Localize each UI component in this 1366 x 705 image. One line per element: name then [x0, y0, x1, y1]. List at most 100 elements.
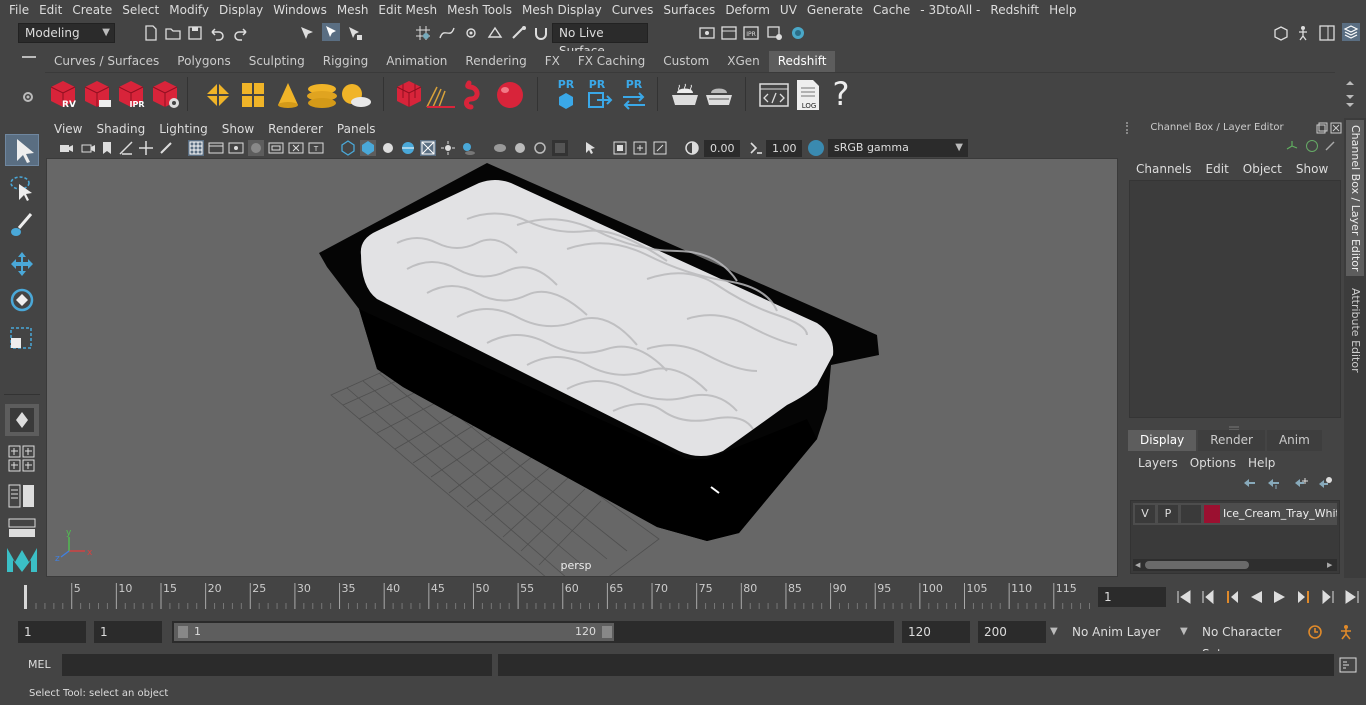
- command-input[interactable]: [62, 654, 492, 676]
- character-controls-icon[interactable]: [1294, 24, 1312, 42]
- range-slider-handle[interactable]: 1 120: [174, 623, 614, 641]
- tab-channel-box-layer-editor[interactable]: Channel Box / Layer Editor: [1346, 120, 1364, 276]
- menu-mesh[interactable]: Mesh: [332, 0, 374, 20]
- select-camera-icon[interactable]: [58, 140, 74, 156]
- select-by-object-icon[interactable]: [322, 23, 340, 41]
- render-settings-icon[interactable]: [766, 24, 784, 42]
- frame-all-icon[interactable]: [612, 140, 628, 156]
- channel-box-menu-show[interactable]: Show: [1290, 160, 1336, 178]
- current-time-indicator[interactable]: [24, 585, 27, 609]
- safe-title-icon[interactable]: T: [308, 140, 324, 156]
- undo-icon[interactable]: [208, 24, 226, 42]
- viewport-menu-view[interactable]: View: [48, 120, 89, 138]
- shelf-menu-icon[interactable]: [22, 56, 36, 58]
- rotate-tool-icon[interactable]: [5, 284, 39, 316]
- step-forward-frame-icon[interactable]: [1294, 588, 1314, 606]
- color-management-icon[interactable]: [808, 140, 824, 156]
- channel-box-axis-icon[interactable]: [1286, 140, 1298, 152]
- layer-tab-display[interactable]: Display: [1128, 430, 1197, 451]
- viewport-menu-panels[interactable]: Panels: [330, 120, 383, 138]
- motion-blur-icon[interactable]: [512, 140, 528, 156]
- view-transform-select[interactable]: sRGB gamma ▼: [828, 139, 968, 157]
- redshift-ipr-icon[interactable]: IPR: [115, 78, 147, 110]
- tab-xgen[interactable]: XGen: [718, 51, 769, 72]
- auto-key-icon[interactable]: [1306, 623, 1324, 641]
- redshift-baking-icon[interactable]: [669, 81, 701, 109]
- select-by-component-icon[interactable]: [346, 24, 364, 42]
- redshift-light-icon[interactable]: [273, 80, 303, 110]
- redshift-bake-settings-icon[interactable]: [703, 81, 735, 109]
- go-to-start-icon[interactable]: [1174, 588, 1194, 606]
- viewport-menu-show[interactable]: Show: [215, 120, 261, 138]
- range-end-grip[interactable]: [602, 626, 612, 638]
- tab-fx[interactable]: FX: [535, 51, 569, 72]
- xray-icon[interactable]: [420, 140, 436, 156]
- save-scene-icon[interactable]: [186, 24, 204, 42]
- channel-box-menu-object[interactable]: Object: [1237, 160, 1290, 178]
- shadows-icon[interactable]: [460, 140, 476, 156]
- gamma-field[interactable]: 1.00: [766, 140, 802, 157]
- layer-menu-layers[interactable]: Layers: [1134, 454, 1186, 472]
- shelf-scroll-arrows[interactable]: [1345, 79, 1355, 109]
- menu-select[interactable]: Select: [117, 0, 164, 20]
- tab-rigging[interactable]: Rigging: [313, 51, 378, 72]
- modeling-toolkit-icon[interactable]: [1272, 24, 1290, 42]
- smooth-shade-icon[interactable]: [360, 140, 376, 156]
- exposure-icon[interactable]: [684, 140, 700, 156]
- tab-rendering[interactable]: Rendering: [456, 51, 536, 72]
- menu-file[interactable]: File: [0, 0, 34, 20]
- move-layer-up-icon[interactable]: [1242, 476, 1256, 490]
- snap-to-point-icon[interactable]: [462, 24, 480, 42]
- redshift-object-properties-icon[interactable]: [203, 80, 233, 110]
- layer-name[interactable]: Ice_Cream_Tray_White_: [1223, 503, 1337, 525]
- render-frame-icon[interactable]: [720, 24, 738, 42]
- redshift-sun-sky-icon[interactable]: [339, 80, 373, 110]
- layout-side-by-side-icon[interactable]: [8, 484, 36, 508]
- menu-windows[interactable]: Windows: [268, 0, 332, 20]
- attribute-editor-toggle-icon[interactable]: [1318, 24, 1336, 42]
- make-live-icon[interactable]: [510, 24, 528, 42]
- grease-pencil-icon[interactable]: [158, 140, 174, 156]
- redshift-hair-icon[interactable]: [425, 79, 457, 111]
- exposure-field[interactable]: 0.00: [704, 140, 740, 157]
- viewport-menu-renderer[interactable]: Renderer: [261, 120, 330, 138]
- render-view-icon[interactable]: [698, 24, 716, 42]
- open-scene-icon[interactable]: [164, 24, 182, 42]
- animation-end-field[interactable]: 200: [978, 621, 1046, 643]
- redshift-volume-icon[interactable]: [461, 79, 493, 111]
- textured-icon[interactable]: [400, 140, 416, 156]
- redshift-log-icon[interactable]: LOG: [793, 78, 823, 112]
- safe-action-icon[interactable]: [288, 140, 304, 156]
- mode-selector[interactable]: Modeling ▼: [18, 23, 115, 43]
- menu-display[interactable]: Display: [214, 0, 268, 20]
- tab-animation[interactable]: Animation: [377, 51, 457, 72]
- command-language-toggle[interactable]: MEL: [28, 651, 51, 679]
- scale-tool-icon[interactable]: [5, 322, 39, 354]
- snap-to-grid-icon[interactable]: [414, 24, 432, 42]
- create-layer-from-selection-icon[interactable]: [1318, 476, 1332, 490]
- zoom-region-icon[interactable]: [652, 140, 668, 156]
- snap-to-curve-icon[interactable]: [438, 24, 456, 42]
- gamma-icon[interactable]: [748, 140, 764, 156]
- go-to-end-icon[interactable]: [1342, 588, 1362, 606]
- character-set-select[interactable]: No Character Set: [1196, 621, 1296, 661]
- redshift-proxy-icon[interactable]: [395, 79, 423, 111]
- current-frame-field[interactable]: 1: [1098, 587, 1166, 607]
- resolution-gate-icon[interactable]: [228, 140, 244, 156]
- layer-menu-options[interactable]: Options: [1186, 454, 1244, 472]
- gear-icon[interactable]: [21, 90, 35, 104]
- menu-create[interactable]: Create: [67, 0, 117, 20]
- two-d-pan-zoom-icon[interactable]: [138, 140, 154, 156]
- tab-curves-surfaces[interactable]: Curves / Surfaces: [45, 51, 169, 72]
- channel-box-menu-channels[interactable]: Channels: [1130, 160, 1200, 178]
- layer-playback-toggle[interactable]: P: [1158, 505, 1178, 523]
- redshift-dome-light-icon[interactable]: [305, 80, 339, 110]
- menu-cache[interactable]: Cache: [868, 0, 915, 20]
- layer-list-scrollbar[interactable]: ◀ ▶: [1133, 559, 1337, 571]
- image-plane-icon[interactable]: [118, 140, 134, 156]
- menu-edit-mesh[interactable]: Edit Mesh: [373, 0, 442, 20]
- step-back-key-icon[interactable]: [1198, 588, 1218, 606]
- soft-select-icon[interactable]: [5, 404, 39, 436]
- menu-edit[interactable]: Edit: [34, 0, 67, 20]
- chevron-down-icon[interactable]: ▼: [1050, 626, 1058, 637]
